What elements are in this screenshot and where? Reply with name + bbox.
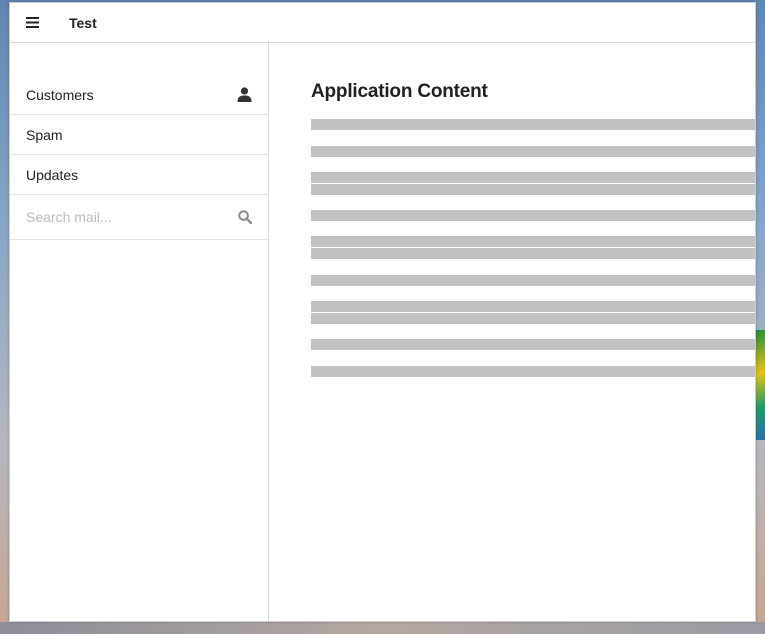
sidebar: Customers Spam Updates (10, 43, 269, 621)
search-row (10, 195, 268, 240)
placeholder-line (311, 313, 755, 324)
placeholder-line (311, 366, 755, 377)
placeholder-line (311, 146, 755, 157)
sidebar-item-spam[interactable]: Spam (10, 115, 268, 155)
app-header: Test (10, 3, 755, 43)
sidebar-item-label: Spam (26, 126, 63, 143)
main-content: Application Content (269, 43, 755, 621)
app-window: Test Customers Spam Updates Search mail.… (9, 2, 756, 622)
placeholder-line (311, 301, 755, 312)
search-icon[interactable] (238, 210, 252, 224)
app-body: Customers Spam Updates Search mail... Ap… (10, 43, 755, 621)
app-title: Test (69, 14, 97, 31)
content-placeholder (311, 119, 755, 377)
user-icon (237, 87, 252, 102)
placeholder-line (311, 119, 755, 130)
hamburger-icon (25, 17, 39, 28)
menu-toggle-button[interactable] (10, 3, 54, 43)
placeholder-line (311, 275, 755, 286)
placeholder-line (311, 210, 755, 221)
page-title: Application Content (311, 81, 488, 102)
sidebar-item-updates[interactable]: Updates (10, 155, 268, 195)
sidebar-item-customers[interactable]: Customers (10, 75, 268, 115)
placeholder-line (311, 339, 755, 350)
desktop-wallpaper-strip (0, 622, 765, 634)
search-input[interactable] (26, 209, 216, 225)
placeholder-line (311, 172, 755, 183)
placeholder-line (311, 184, 755, 195)
sidebar-item-label: Updates (26, 166, 79, 183)
placeholder-line (311, 248, 755, 259)
sidebar-item-label: Customers (26, 86, 94, 103)
placeholder-line (311, 236, 755, 247)
